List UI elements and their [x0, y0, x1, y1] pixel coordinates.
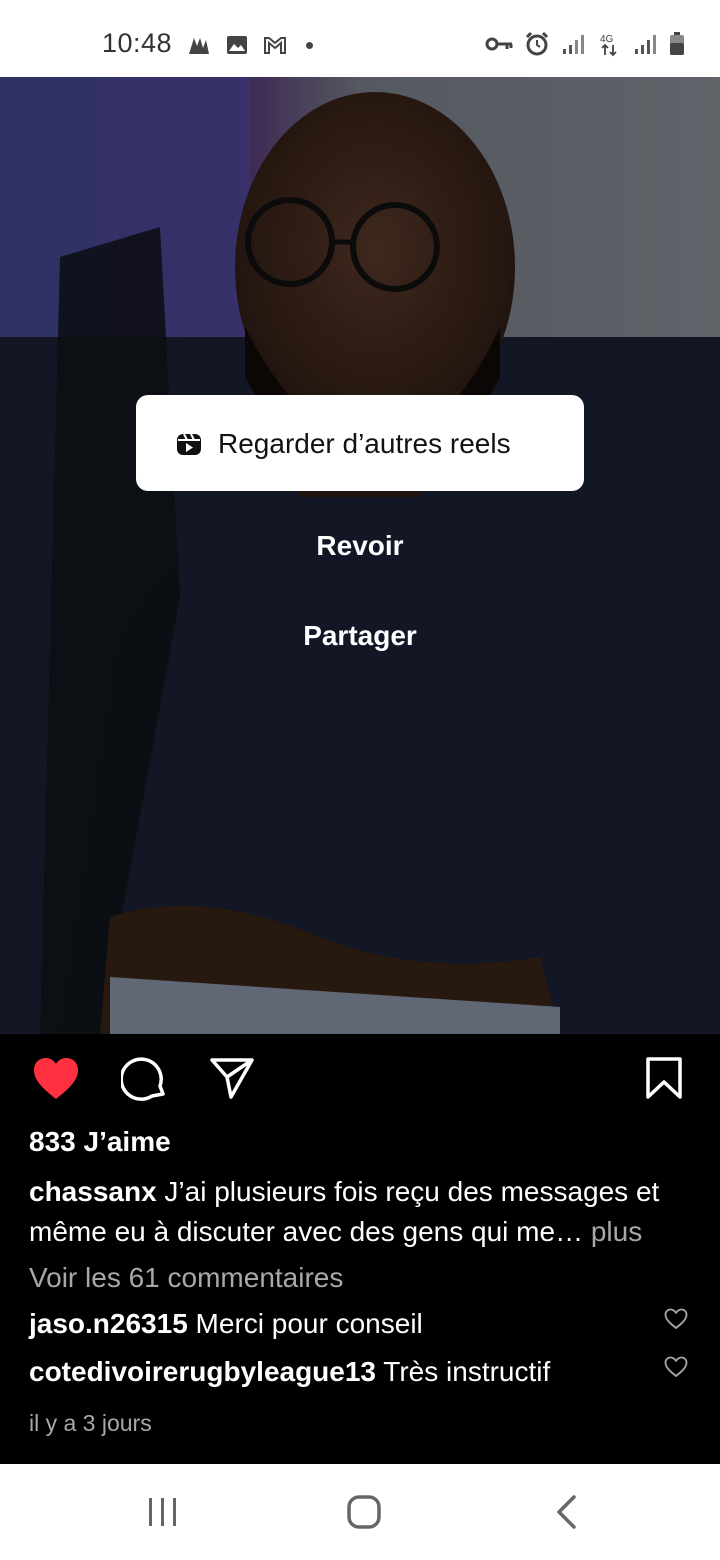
gmail-icon — [264, 37, 286, 54]
caption-username[interactable]: chassanx — [29, 1176, 157, 1207]
status-left-icons — [186, 32, 313, 58]
comment-username[interactable]: cotedivoirerugbyleague13 — [29, 1356, 376, 1387]
comment-like-icon[interactable] — [664, 1308, 688, 1330]
heart-icon[interactable] — [32, 1057, 80, 1101]
watch-more-reels-label: Regarder d’autres reels — [218, 428, 511, 459]
comment-text: Très instructif — [376, 1356, 551, 1387]
alarm-icon — [525, 31, 549, 56]
comment-text: Merci pour conseil — [187, 1308, 423, 1339]
activity-icon — [189, 38, 209, 54]
post-timestamp: il y a 3 jours — [29, 1410, 152, 1436]
status-bar: 10:48 4G — [0, 0, 720, 77]
comment-icon[interactable] — [121, 1056, 167, 1102]
bookmark-icon[interactable] — [644, 1056, 684, 1100]
replay-button[interactable]: Revoir — [0, 530, 720, 562]
signal-icon — [563, 35, 584, 54]
home-icon[interactable] — [346, 1494, 382, 1530]
status-time: 10:48 — [102, 28, 173, 58]
vpn-key-icon — [485, 37, 513, 51]
reels-icon — [177, 433, 201, 455]
back-icon[interactable] — [554, 1494, 578, 1530]
network-4g-icon: 4G — [600, 34, 617, 57]
share-overlay-button[interactable]: Partager — [0, 620, 720, 652]
signal-icon — [635, 35, 656, 54]
send-icon[interactable] — [209, 1056, 255, 1100]
comment-like-icon[interactable] — [664, 1356, 688, 1378]
svg-text:4G: 4G — [600, 34, 614, 45]
status-right-icons: 4G — [484, 31, 686, 57]
likes-count[interactable]: 833 J’aime — [29, 1126, 171, 1158]
comment-item: cotedivoirerugbyleague13 Très instructif — [29, 1356, 550, 1388]
recent-apps-icon[interactable] — [146, 1496, 180, 1528]
gallery-icon — [227, 36, 247, 54]
notification-dot — [306, 41, 313, 49]
comment-username[interactable]: jaso.n26315 — [29, 1308, 188, 1339]
battery-icon — [670, 32, 684, 55]
comment-item: jaso.n26315 Merci pour conseil — [29, 1308, 423, 1340]
view-comments-link[interactable]: Voir les 61 commentaires — [29, 1262, 343, 1294]
watch-more-reels-button[interactable]: Regarder d’autres reels — [136, 395, 584, 491]
caption-ellipsis: … — [555, 1216, 584, 1247]
caption-more-link[interactable]: plus — [583, 1216, 642, 1247]
post-caption[interactable]: chassanx J’ai plusieurs fois reçu des me… — [29, 1172, 699, 1252]
